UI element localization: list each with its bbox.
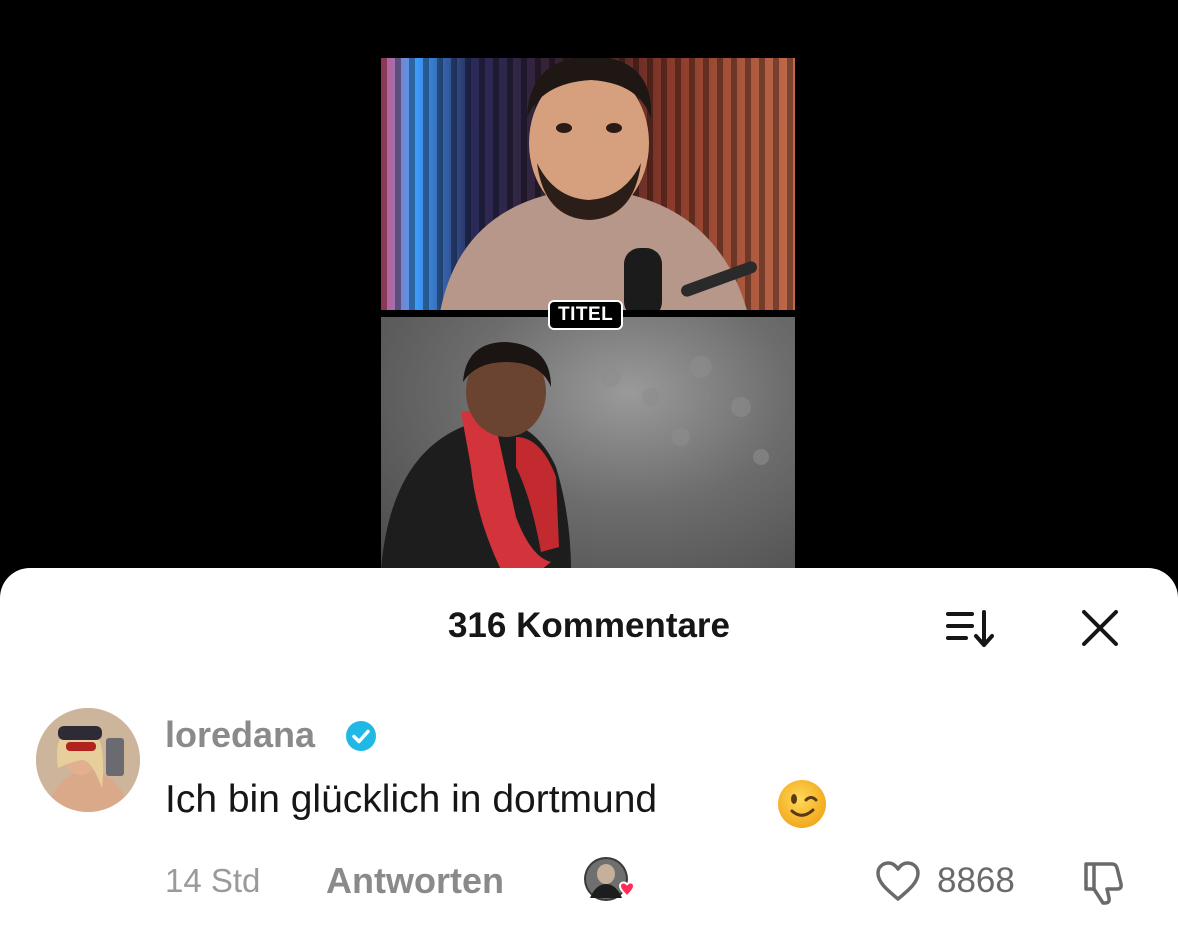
- verified-badge-icon: [346, 721, 376, 751]
- video-player[interactable]: TITEL: [381, 58, 795, 570]
- video-overlay-label: TITEL: [548, 300, 624, 330]
- comments-count-title: 316 Kommentare: [447, 606, 731, 645]
- football-player-image: [381, 342, 769, 570]
- comments-sheet: 316 Kommentare loredana Ich bin glücklic…: [0, 568, 1178, 948]
- comment-text: Ich bin glücklich in dortmund: [165, 778, 658, 821]
- avatar[interactable]: [36, 708, 140, 812]
- sort-icon[interactable]: [944, 606, 994, 650]
- video-bottom-frame: [381, 317, 795, 570]
- comment-username[interactable]: loredana: [165, 714, 315, 756]
- streamer-image: [439, 58, 757, 318]
- winking-face-emoji: [778, 780, 826, 828]
- avatar-image: [36, 708, 140, 812]
- close-icon[interactable]: [1078, 606, 1122, 650]
- dislike-icon[interactable]: [1080, 858, 1128, 906]
- video-top-frame: [381, 58, 795, 318]
- heart-icon[interactable]: [874, 859, 922, 903]
- reply-button[interactable]: Antworten: [326, 860, 504, 902]
- comment-timestamp: 14 Std: [165, 862, 261, 899]
- like-count: 8868: [937, 861, 1015, 900]
- creator-liked-icon: [584, 857, 636, 901]
